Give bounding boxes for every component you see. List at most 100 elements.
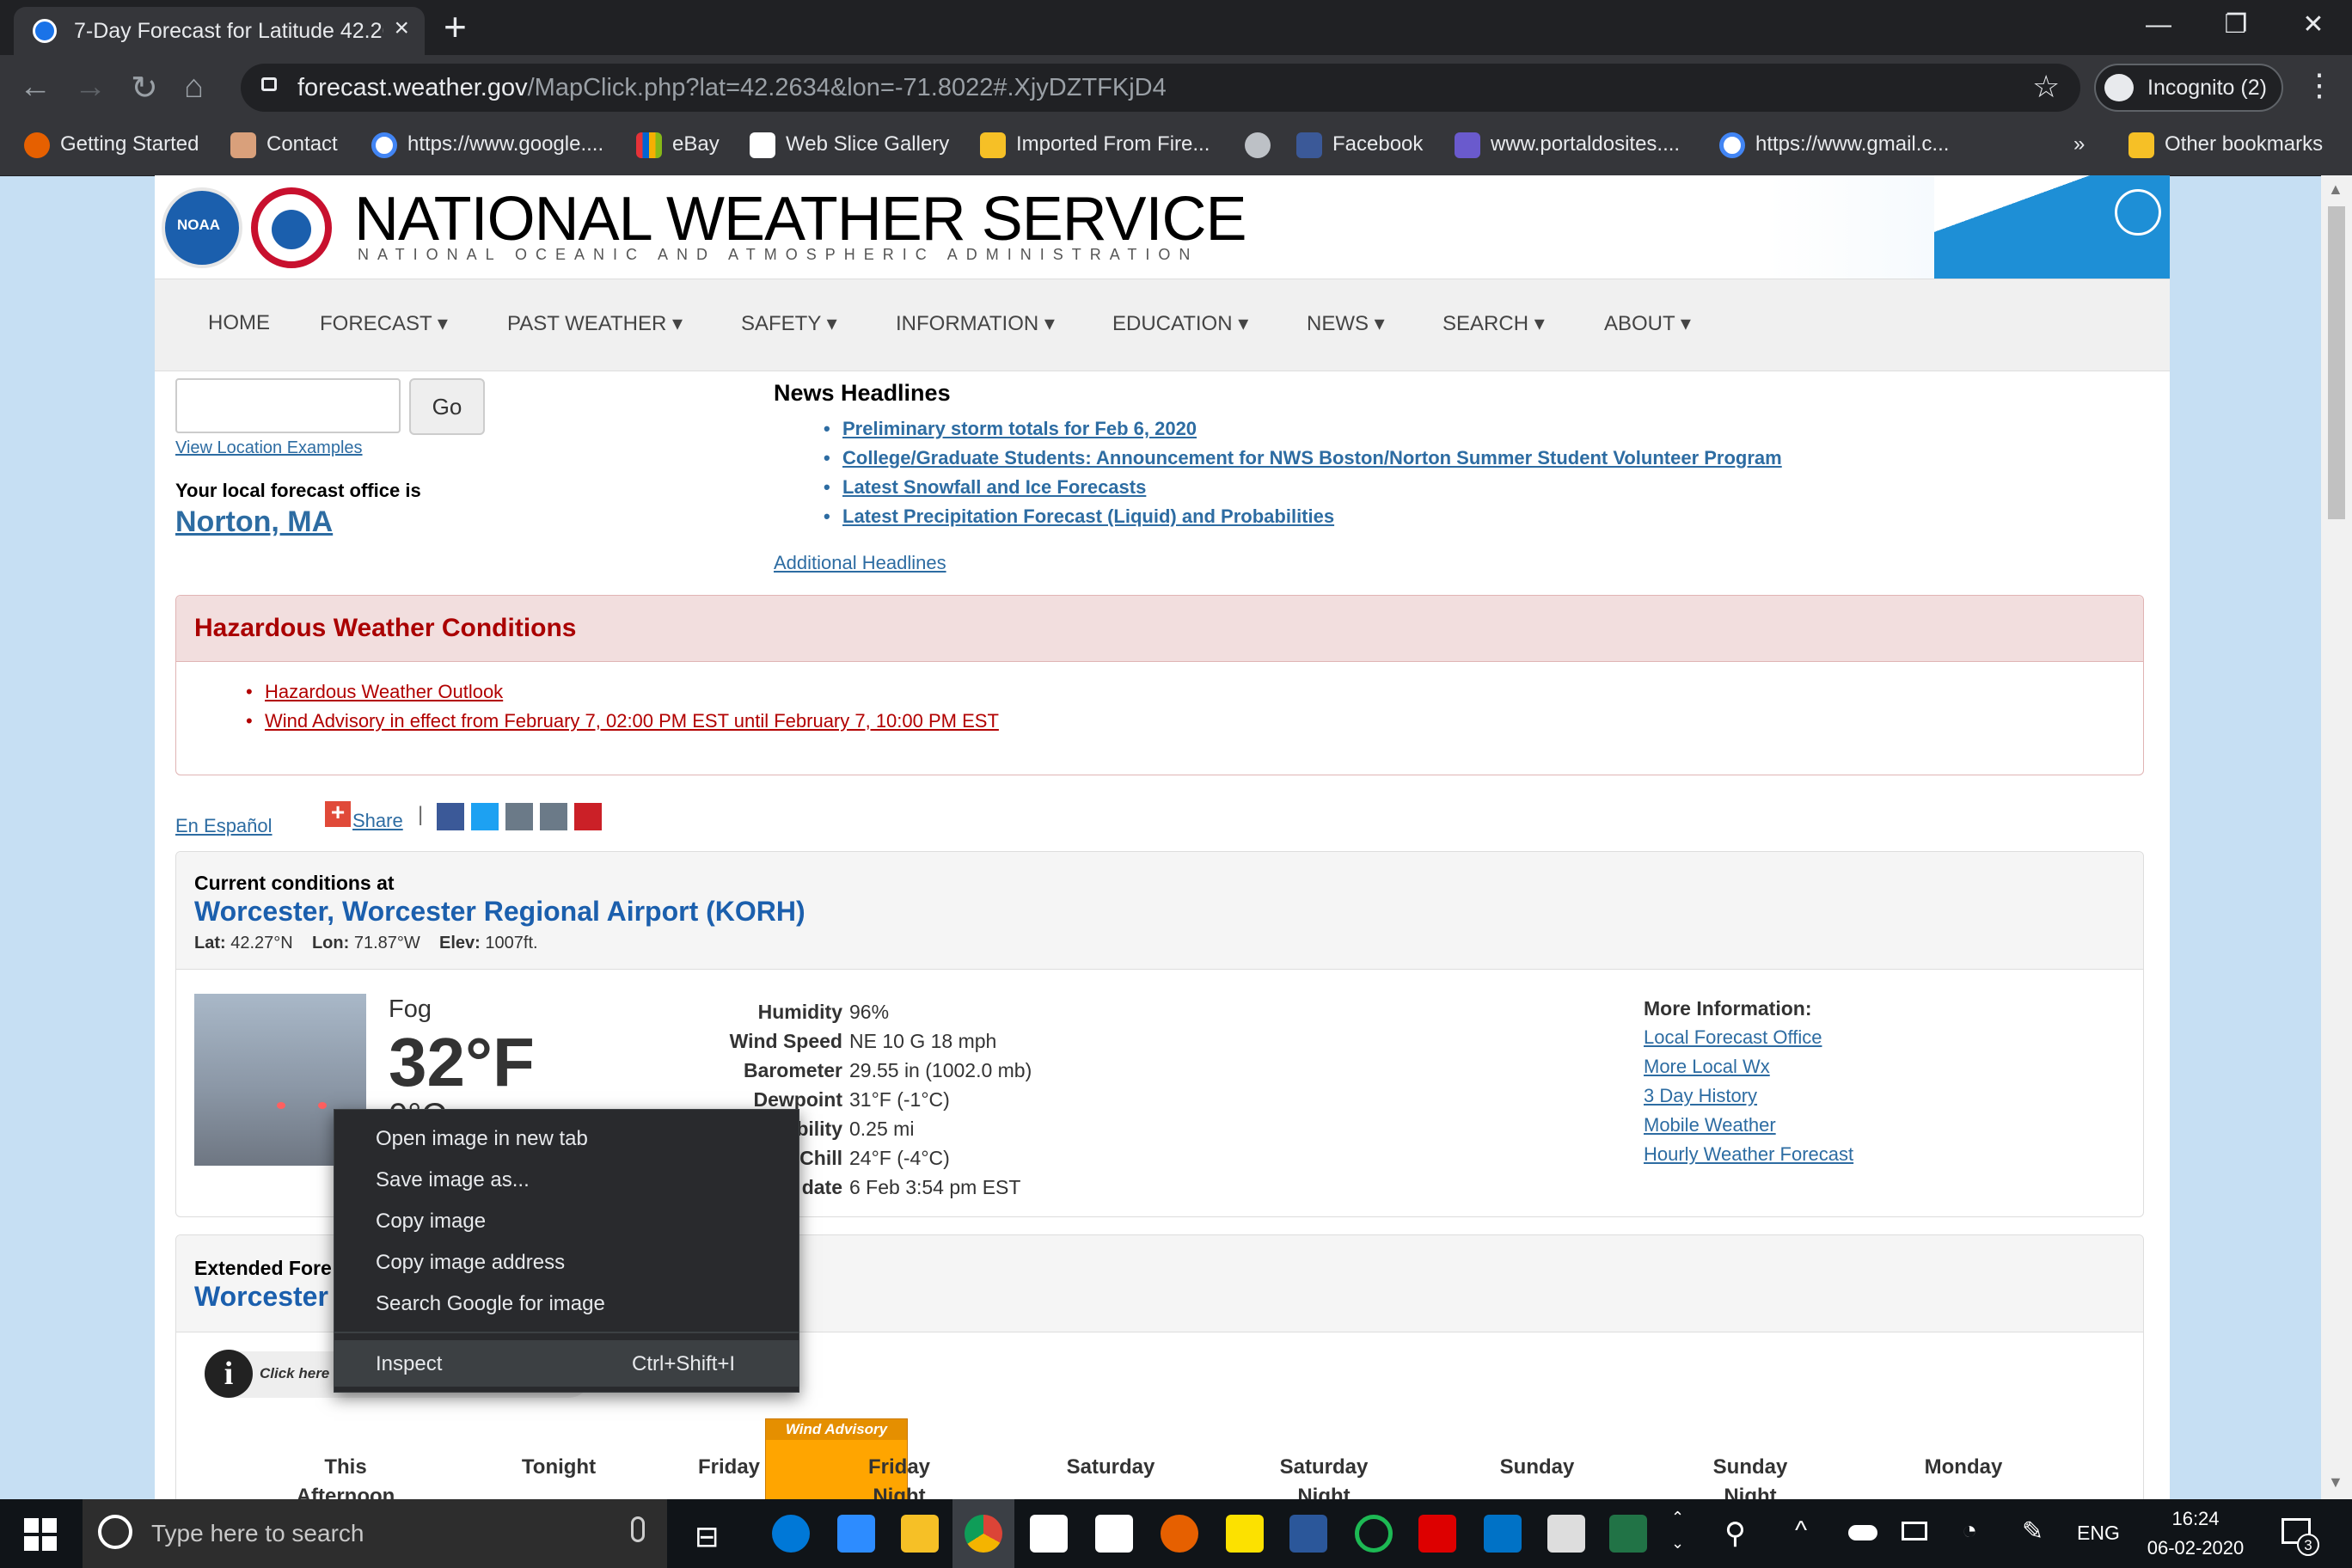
battery-icon[interactable] bbox=[1902, 1522, 1927, 1540]
hazard-item[interactable]: • Hazardous Weather Outlook bbox=[246, 681, 503, 703]
news-item[interactable]: • Preliminary storm totals for Feb 6, 202… bbox=[824, 418, 1197, 440]
more-info-link[interactable]: Local Forecast Office bbox=[1644, 1026, 1822, 1049]
menu-inspect[interactable]: Inspect Ctrl+Shift+I bbox=[334, 1340, 799, 1387]
language-indicator[interactable]: ENG bbox=[2077, 1522, 2120, 1545]
taskbar-scroll-icon[interactable]: ⌃ ⌄ bbox=[1671, 1504, 1684, 1556]
hazard-item[interactable]: • Wind Advisory in effect from February 7… bbox=[246, 710, 999, 732]
click-here-text[interactable]: Click here bbox=[260, 1365, 329, 1382]
back-icon[interactable]: ← bbox=[19, 69, 52, 106]
bookmark-imported-from-firefox[interactable]: Imported From Fire... bbox=[980, 129, 1210, 160]
scroll-down-icon[interactable]: ▼ bbox=[2328, 1473, 2343, 1491]
zoom-icon[interactable] bbox=[837, 1515, 875, 1553]
chrome-icon[interactable] bbox=[965, 1515, 1002, 1553]
share-link[interactable]: Share bbox=[352, 810, 403, 832]
acrobat-icon[interactable] bbox=[1418, 1515, 1456, 1553]
taskbar-clock[interactable]: 16:24 06-02-2020 bbox=[2135, 1504, 2256, 1563]
facebook-share-icon[interactable] bbox=[437, 803, 464, 830]
close-tab-icon[interactable]: × bbox=[394, 14, 409, 43]
en-espanol-link[interactable]: En Español bbox=[175, 815, 273, 837]
more-info-link[interactable]: More Local Wx bbox=[1644, 1056, 1770, 1078]
menu-copy-image-address[interactable]: Copy image address bbox=[376, 1251, 565, 1275]
menu-copy-image[interactable]: Copy image bbox=[376, 1210, 486, 1234]
minimize-button[interactable]: — bbox=[2120, 0, 2197, 52]
nav-safety[interactable]: SAFETY ▾ bbox=[741, 311, 837, 336]
nav-past-weather[interactable]: PAST WEATHER ▾ bbox=[507, 311, 683, 336]
bookmark-portaldosites[interactable]: www.portaldosites.... bbox=[1455, 129, 1680, 160]
nws-logo[interactable] bbox=[251, 187, 332, 268]
bookmark-google[interactable]: https://www.google.... bbox=[371, 129, 603, 160]
bookmark-gmail[interactable]: https://www.gmail.c... bbox=[1719, 129, 1949, 160]
edge-icon[interactable] bbox=[772, 1515, 810, 1553]
forward-icon[interactable]: → bbox=[74, 69, 107, 106]
restore-button[interactable]: ❐ bbox=[2197, 0, 2275, 52]
more-info-link[interactable]: Hourly Weather Forecast bbox=[1644, 1143, 1853, 1166]
nav-about[interactable]: ABOUT ▾ bbox=[1604, 311, 1691, 336]
home-icon[interactable]: ⌂ bbox=[184, 69, 204, 106]
nav-forecast[interactable]: FORECAST ▾ bbox=[320, 311, 448, 336]
sticky-notes-icon[interactable] bbox=[1226, 1515, 1264, 1553]
share-plus-icon[interactable]: + bbox=[325, 800, 351, 827]
excel-icon[interactable] bbox=[1609, 1515, 1647, 1553]
url-text[interactable]: forecast.weather.gov/MapClick.php?lat=42… bbox=[297, 74, 1167, 102]
twitter-share-icon[interactable] bbox=[471, 803, 499, 830]
local-office-link[interactable]: Norton, MA bbox=[175, 505, 333, 539]
menu-open-image-new-tab[interactable]: Open image in new tab bbox=[376, 1127, 588, 1151]
menu-icon[interactable]: ⋮ bbox=[2304, 67, 2335, 103]
taskbar-search-box[interactable]: Type here to search bbox=[83, 1499, 667, 1568]
reload-icon[interactable]: ↻ bbox=[131, 69, 158, 107]
nav-information[interactable]: INFORMATION ▾ bbox=[896, 311, 1055, 336]
nav-education[interactable]: EDUCATION ▾ bbox=[1112, 311, 1248, 336]
mail-icon[interactable] bbox=[1030, 1515, 1068, 1553]
print-icon[interactable] bbox=[505, 803, 533, 830]
bookmark-web-slice-gallery[interactable]: Web Slice Gallery bbox=[750, 129, 949, 160]
view-location-examples-link[interactable]: View Location Examples bbox=[175, 438, 363, 458]
more-info-link[interactable]: 3 Day History bbox=[1644, 1085, 1757, 1107]
incognito-button[interactable]: Incognito (2) bbox=[2094, 64, 2283, 112]
loading-ring-icon[interactable] bbox=[1355, 1515, 1393, 1553]
noaa-logo[interactable]: NOAA bbox=[162, 187, 242, 268]
bookmark-ebay[interactable]: eBay bbox=[636, 129, 720, 160]
file-explorer-icon[interactable] bbox=[901, 1515, 939, 1553]
windows-start-icon[interactable] bbox=[24, 1518, 57, 1551]
scrollbar-thumb[interactable] bbox=[2328, 206, 2345, 519]
news-item[interactable]: • Latest Snowfall and Ice Forecasts bbox=[824, 476, 1146, 499]
wifi-icon[interactable]: ◔ bbox=[1962, 1516, 1977, 1546]
pinterest-share-icon[interactable] bbox=[574, 803, 602, 830]
menu-search-google-image[interactable]: Search Google for image bbox=[376, 1292, 605, 1316]
scroll-up-icon[interactable]: ▲ bbox=[2328, 181, 2343, 199]
bookmark-globe[interactable] bbox=[1245, 129, 1281, 160]
onedrive-icon[interactable] bbox=[1848, 1525, 1877, 1540]
news-item[interactable]: • Latest Precipitation Forecast (Liquid) … bbox=[824, 505, 1334, 528]
show-hidden-icons[interactable]: ^ bbox=[1795, 1516, 1807, 1546]
new-tab-button[interactable]: + bbox=[444, 3, 467, 50]
nav-news[interactable]: NEWS ▾ bbox=[1307, 311, 1385, 336]
menu-save-image-as[interactable]: Save image as... bbox=[376, 1168, 530, 1192]
info-icon[interactable]: i bbox=[205, 1350, 253, 1398]
pen-icon[interactable]: ✎ bbox=[2022, 1516, 2043, 1547]
email-icon[interactable] bbox=[540, 803, 567, 830]
location-search-input[interactable] bbox=[175, 378, 401, 433]
nav-home[interactable]: HOME bbox=[208, 311, 270, 335]
more-info-link[interactable]: Mobile Weather bbox=[1644, 1114, 1776, 1136]
nav-search[interactable]: SEARCH ▾ bbox=[1442, 311, 1545, 336]
outlook-icon[interactable] bbox=[1484, 1515, 1522, 1553]
store-icon[interactable] bbox=[1095, 1515, 1133, 1553]
bookmark-getting-started[interactable]: Getting Started bbox=[24, 129, 199, 160]
bookmark-facebook[interactable]: Facebook bbox=[1296, 129, 1423, 160]
additional-headlines-link[interactable]: Additional Headlines bbox=[774, 552, 946, 574]
bookmark-star-icon[interactable]: ☆ bbox=[2032, 69, 2060, 105]
photos-icon[interactable] bbox=[1547, 1515, 1585, 1553]
bookmarks-overflow-icon[interactable]: » bbox=[2073, 129, 2085, 160]
bookmark-contact[interactable]: Contact bbox=[230, 129, 338, 160]
notification-count-badge: 3 bbox=[2297, 1534, 2319, 1556]
word-icon[interactable] bbox=[1289, 1515, 1327, 1553]
other-bookmarks[interactable]: Other bookmarks bbox=[2128, 129, 2323, 160]
people-icon[interactable]: ⚲ bbox=[1724, 1516, 1746, 1551]
task-view-icon[interactable]: ⊟ bbox=[695, 1520, 720, 1554]
close-window-button[interactable]: ✕ bbox=[2275, 0, 2352, 52]
go-button[interactable]: Go bbox=[409, 378, 485, 435]
firefox-taskbar-icon[interactable] bbox=[1161, 1515, 1198, 1553]
lock-icon[interactable] bbox=[261, 77, 277, 91]
news-item[interactable]: • College/Graduate Students: Announcement… bbox=[824, 447, 1782, 469]
browser-tab[interactable]: 7-Day Forecast for Latitude 42.26 × bbox=[14, 7, 425, 55]
